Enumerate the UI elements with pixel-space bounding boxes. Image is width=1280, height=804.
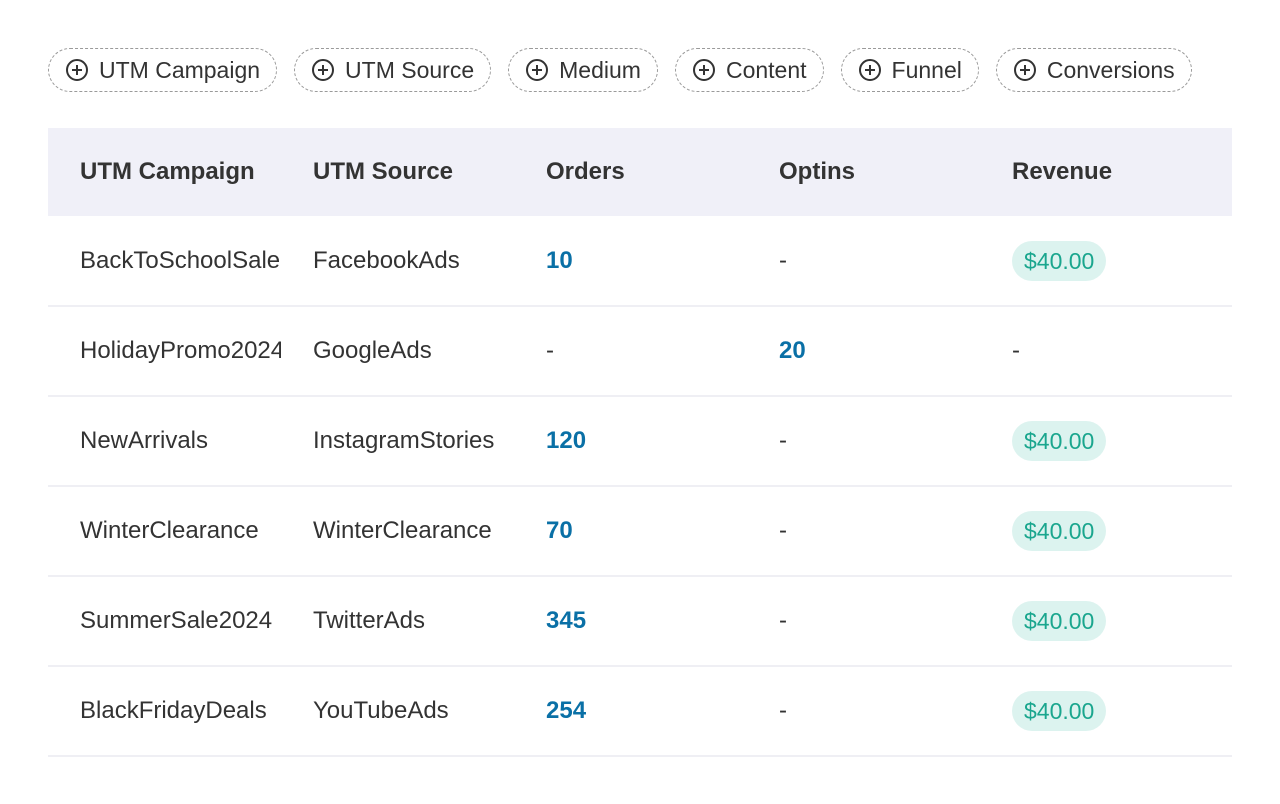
cell-campaign: NewArrivals bbox=[48, 396, 313, 486]
table-row: NewArrivals InstagramStories 120 - $40.0… bbox=[48, 396, 1232, 486]
utm-report-table: UTM Campaign UTM Source Orders Optins Re… bbox=[48, 128, 1232, 757]
filter-chip-bar: UTM Campaign UTM Source Medium Content F… bbox=[48, 48, 1192, 92]
optins-value: - bbox=[779, 697, 787, 724]
orders-link[interactable]: 70 bbox=[546, 517, 573, 544]
cell-source: YouTubeAds bbox=[313, 697, 449, 724]
cell-revenue: $40.00 bbox=[1012, 216, 1232, 306]
campaign-name: SummerSale2024 bbox=[80, 607, 273, 634]
table-row: BackToSchoolSale FacebookAds 10 - $40.00 bbox=[48, 216, 1232, 306]
cell-optins: 20 bbox=[779, 306, 1012, 396]
cell-orders: 120 bbox=[546, 396, 779, 486]
campaign-name: BlackFridayDeals bbox=[80, 697, 267, 724]
plus-circle-icon bbox=[312, 59, 335, 81]
cell-campaign: WinterClearance bbox=[48, 486, 313, 576]
column-header-optins[interactable]: Optins bbox=[779, 128, 1012, 216]
cell-optins: - bbox=[779, 216, 1012, 306]
cell-source: InstagramStories bbox=[313, 427, 495, 454]
cell-source: WinterClearance bbox=[313, 517, 492, 544]
plus-circle-icon bbox=[526, 59, 549, 81]
orders-value: - bbox=[546, 337, 554, 364]
orders-link[interactable]: 10 bbox=[546, 247, 573, 274]
cell-campaign: SummerSale2024 bbox=[48, 576, 313, 666]
cell-orders: - bbox=[546, 306, 779, 396]
optins-link[interactable]: 20 bbox=[779, 337, 806, 364]
orders-link[interactable]: 345 bbox=[546, 607, 586, 634]
plus-circle-icon bbox=[858, 59, 881, 81]
cell-orders: 345 bbox=[546, 576, 779, 666]
filter-chip-medium[interactable]: Medium bbox=[508, 48, 658, 92]
orders-link[interactable]: 120 bbox=[546, 427, 586, 454]
cell-optins: - bbox=[779, 486, 1012, 576]
optins-value: - bbox=[779, 246, 787, 274]
revenue-badge: $40.00 bbox=[1012, 240, 1107, 281]
plus-circle-icon bbox=[692, 59, 715, 81]
filter-chip-label: UTM Source bbox=[345, 56, 475, 83]
table-row: BlackFridayDeals YouTubeAds 254 - $40.00 bbox=[48, 666, 1232, 756]
column-header-utm-source[interactable]: UTM Source bbox=[313, 128, 546, 216]
cell-orders: 10 bbox=[546, 216, 779, 306]
table-row: SummerSale2024 TwitterAds 345 - $40.00 bbox=[48, 576, 1232, 666]
column-header-revenue[interactable]: Revenue bbox=[1012, 128, 1232, 216]
filter-chip-conversions[interactable]: Conversions bbox=[995, 48, 1192, 92]
campaign-name: NewArrivals bbox=[80, 427, 209, 454]
cell-optins: - bbox=[779, 666, 1012, 756]
campaign-name: HolidayPromo2024 bbox=[80, 337, 281, 364]
cell-revenue: $40.00 bbox=[1012, 396, 1232, 486]
filter-chip-label: Conversions bbox=[1046, 56, 1175, 83]
column-header-orders[interactable]: Orders bbox=[546, 128, 779, 216]
cell-campaign: BlackFridayDeals bbox=[48, 666, 313, 756]
optins-value: - bbox=[779, 427, 787, 454]
campaign-name: BackToSchoolSale bbox=[80, 246, 281, 274]
filter-chip-label: Medium bbox=[559, 56, 641, 83]
cell-source: TwitterAds bbox=[313, 607, 426, 634]
revenue-badge: $40.00 bbox=[1012, 691, 1107, 731]
filter-chip-content[interactable]: Content bbox=[674, 48, 824, 92]
filter-chip-label: Funnel bbox=[891, 56, 962, 83]
cell-campaign: HolidayPromo2024 bbox=[48, 306, 313, 396]
orders-link[interactable]: 254 bbox=[546, 697, 586, 724]
optins-value: - bbox=[779, 607, 787, 634]
column-header-utm-campaign[interactable]: UTM Campaign bbox=[48, 128, 313, 216]
cell-orders: 70 bbox=[546, 486, 779, 576]
cell-source: FacebookAds bbox=[313, 246, 460, 274]
filter-chip-label: UTM Campaign bbox=[99, 56, 261, 83]
cell-optins: - bbox=[779, 576, 1012, 666]
cell-orders: 254 bbox=[546, 666, 779, 756]
filter-chip-label: Content bbox=[725, 56, 807, 83]
cell-revenue: $40.00 bbox=[1012, 486, 1232, 576]
cell-source: GoogleAds bbox=[313, 337, 432, 364]
filter-chip-utm-source[interactable]: UTM Source bbox=[294, 48, 492, 92]
revenue-badge: $40.00 bbox=[1012, 421, 1107, 461]
cell-revenue: - bbox=[1012, 306, 1232, 396]
cell-revenue: $40.00 bbox=[1012, 666, 1232, 756]
cell-campaign: BackToSchoolSale bbox=[48, 216, 313, 306]
table-header-row: UTM Campaign UTM Source Orders Optins Re… bbox=[48, 128, 1232, 216]
cell-revenue: $40.00 bbox=[1012, 576, 1232, 666]
revenue-badge: $40.00 bbox=[1012, 601, 1107, 641]
cell-optins: - bbox=[779, 396, 1012, 486]
campaign-name: WinterClearance bbox=[80, 517, 259, 544]
table-row: HolidayPromo2024 GoogleAds - 20 - bbox=[48, 306, 1232, 396]
plus-circle-icon bbox=[66, 59, 88, 81]
table-row: WinterClearance WinterClearance 70 - $40… bbox=[48, 486, 1232, 576]
plus-circle-icon bbox=[1013, 59, 1036, 81]
filter-chip-utm-campaign[interactable]: UTM Campaign bbox=[48, 48, 278, 92]
filter-chip-funnel[interactable]: Funnel bbox=[840, 48, 979, 92]
revenue-value: - bbox=[1012, 337, 1020, 364]
optins-value: - bbox=[779, 517, 787, 544]
revenue-badge: $40.00 bbox=[1012, 511, 1107, 551]
